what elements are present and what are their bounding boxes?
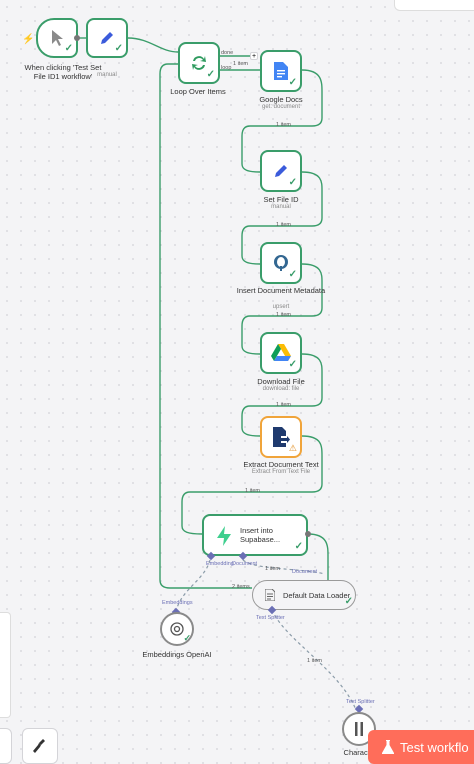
download-file-node[interactable]: ✓ (260, 332, 302, 374)
trigger-node[interactable]: ✓ (36, 18, 78, 58)
extract-text-node[interactable]: ⚠ (260, 416, 302, 458)
embedding-port-label: Embedding (206, 561, 234, 567)
text-splitter-port-label: Text Splitter (256, 615, 285, 621)
google-docs-icon (274, 62, 288, 80)
google-docs-subtitle: get: document (261, 104, 301, 110)
download-file-label: Download File (257, 377, 305, 386)
insert-metadata-node[interactable]: ✓ (260, 242, 302, 284)
success-check-icon: ✓ (344, 596, 353, 607)
set-file-id-node[interactable]: ✓ (260, 150, 302, 192)
loop-label: Loop Over Items (170, 87, 226, 96)
supabase-output-port[interactable] (305, 531, 311, 537)
success-check-icon: ✓ (183, 633, 191, 643)
download-file-subtitle: download: file (262, 386, 300, 392)
supabase-icon (217, 526, 231, 546)
loop-output-label: loop (221, 65, 232, 71)
document-icon (265, 589, 275, 601)
success-check-icon: ✓ (114, 43, 123, 54)
edge-label-2: 1 item (276, 122, 291, 128)
extract-text-label: Extract Document Text (243, 460, 319, 469)
text-splitter-output-label: Text Splitter (346, 699, 375, 705)
manual-subtitle: manual (97, 72, 117, 78)
pencil-icon (101, 32, 113, 44)
add-node-button[interactable]: + (250, 52, 258, 60)
success-check-icon: ✓ (64, 43, 73, 54)
set-file-id-label: Set File ID (263, 195, 299, 204)
clear-execution-button[interactable] (22, 728, 58, 764)
insert-metadata-label: Insert Document Metadata (236, 286, 326, 295)
success-check-icon: ✓ (294, 541, 303, 552)
success-check-icon: ✓ (288, 359, 297, 370)
edge-label-1: 1 item (233, 61, 248, 67)
side-panel-handle[interactable] (0, 612, 11, 718)
edge-label-6: 1 item (245, 488, 260, 494)
broom-icon (33, 739, 45, 753)
success-check-icon: ✓ (288, 269, 297, 280)
document-port-label: Document (232, 561, 258, 567)
edge-label-5: 1 item (276, 402, 291, 408)
manual-set-node[interactable]: ✓ (86, 18, 128, 58)
edge-label-9: 1 item (307, 658, 322, 664)
data-loader-label: Default Data Loader (283, 591, 351, 600)
test-workflow-label: Test workflo (400, 739, 469, 755)
loop-node[interactable]: ✓ (178, 42, 220, 84)
splitter-icon (355, 722, 363, 736)
google-docs-label: Google Docs (259, 95, 303, 104)
supabase-node[interactable]: Insert into Supabase... ✓ (202, 514, 308, 556)
top-panel (394, 0, 474, 11)
extract-text-subtitle: Extract From Text File (251, 469, 311, 475)
pencil-icon (275, 165, 287, 177)
google-docs-node[interactable]: ✓ (260, 50, 302, 92)
edge-label-3: 1 item (276, 222, 291, 228)
lightning-icon: ⚡ (22, 34, 35, 45)
edge-label-8: 2 items (232, 584, 250, 590)
cursor-icon (52, 30, 63, 46)
embeddings-openai-node[interactable]: ✓ (160, 612, 194, 646)
document-input-label: Document (292, 569, 318, 575)
zoom-controls[interactable] (0, 728, 12, 764)
embeddings-openai-label: Embeddings OpenAI (142, 650, 212, 659)
success-check-icon: ✓ (288, 77, 297, 88)
test-workflow-button[interactable]: Test workflo (368, 730, 474, 764)
file-export-icon (273, 427, 290, 447)
success-check-icon: ✓ (206, 69, 215, 80)
set-file-id-subtitle: manual (271, 204, 291, 210)
edge-label-7: 1 item (265, 566, 280, 572)
warning-icon: ⚠ (288, 443, 297, 453)
insert-metadata-subtitle: upsert (272, 304, 290, 310)
embeddings-port-label: Embeddings (162, 600, 193, 606)
flask-icon (382, 740, 394, 754)
done-output-label: done (221, 50, 234, 56)
success-check-icon: ✓ (288, 177, 297, 188)
data-loader-node[interactable]: Default Data Loader ✓ (252, 580, 356, 610)
trigger-output-port[interactable] (74, 35, 80, 41)
edge-label-4: 1 item (276, 312, 291, 318)
